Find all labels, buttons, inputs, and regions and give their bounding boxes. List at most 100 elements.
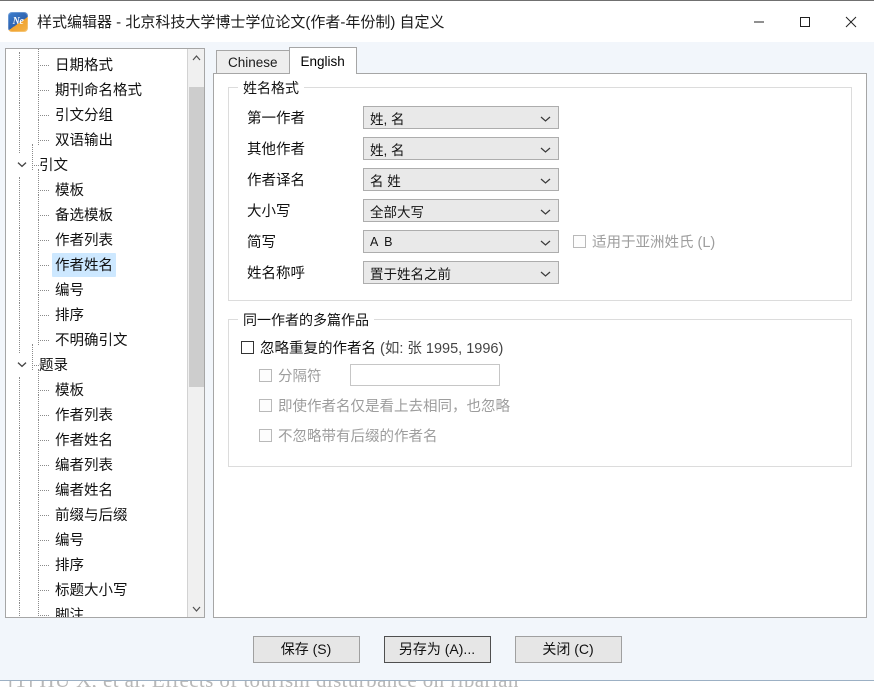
chevron-down-icon[interactable] xyxy=(14,357,30,373)
tree-connector xyxy=(36,318,52,348)
dialog-footer: 保存 (S) 另存为 (A)... 关闭 (C) xyxy=(0,618,874,680)
name-format-row-1: 其他作者 姓, 名 xyxy=(241,133,839,164)
footer-button-1[interactable]: 另存为 (A)... xyxy=(383,635,491,663)
chevron-down-icon[interactable] xyxy=(540,265,551,280)
tree-item-0[interactable]: 日期格式 xyxy=(6,49,187,78)
tree-item-7[interactable]: 作者列表 xyxy=(6,218,187,253)
omit-lookalike-checkbox[interactable] xyxy=(259,398,272,412)
name-format-group-title: 姓名格式 xyxy=(238,78,304,98)
omit-lookalike-label: 即使作者名仅是看上去相同，也忽略 xyxy=(278,398,510,415)
tree-item-19[interactable]: 编号 xyxy=(6,518,187,553)
tab-chinese[interactable]: Chinese xyxy=(216,50,290,73)
scroll-down-icon[interactable] xyxy=(188,600,204,617)
tree-item-label: 作者列表 xyxy=(55,232,113,249)
tree-item-9[interactable]: 编号 xyxy=(6,268,187,303)
tree-item-18[interactable]: 前缀与后缀 xyxy=(6,493,187,528)
omit-repeated-author-checkbox-row[interactable]: 忽略重复的作者名 (如: 张 1995, 1996) xyxy=(241,334,839,360)
tree-item-5[interactable]: 模板 xyxy=(6,168,187,203)
language-tabs: Chinese English xyxy=(213,47,867,74)
tree-item-11[interactable]: 不明确引文 xyxy=(6,318,187,353)
scroll-up-icon[interactable] xyxy=(188,49,204,66)
multi-works-group: 同一作者的多篇作品 忽略重复的作者名 (如: 张 1995, 1996) 分隔符… xyxy=(228,310,852,467)
combo-value: 姓, 名 xyxy=(370,111,405,127)
maximize-icon[interactable] xyxy=(782,1,828,43)
tab-english[interactable]: English xyxy=(288,47,357,74)
style-section-tree[interactable]: 日期格式 期刊命名格式 引文分组 双语输出 引文 模板 备选模板 作者列表 作者姓名 编号 排序 不明… xyxy=(5,48,205,618)
asian-surname-checkbox[interactable] xyxy=(573,235,586,248)
tree-item-label: 作者列表 xyxy=(55,407,113,424)
chevron-down-icon[interactable] xyxy=(540,203,551,218)
tree-item-17[interactable]: 编者姓名 xyxy=(6,468,187,503)
dialog-body: 日期格式 期刊命名格式 引文分组 双语输出 引文 模板 备选模板 作者列表 作者姓名 编号 排序 不明… xyxy=(0,42,874,618)
omit-lookalike-row[interactable]: 即使作者名仅是看上去相同，也忽略 xyxy=(259,390,839,420)
tree-item-12[interactable]: 题录 xyxy=(6,343,187,377)
tree-item-label: 排序 xyxy=(55,307,84,324)
tree-item-21[interactable]: 标题大小写 xyxy=(6,568,187,603)
combo-姓名称呼[interactable]: 置于姓名之前 xyxy=(363,261,559,284)
chevron-down-icon[interactable] xyxy=(540,172,551,187)
sidebar-scrollbar[interactable] xyxy=(187,49,204,617)
tree-item-10[interactable]: 排序 xyxy=(6,293,187,328)
tab-page-english: 姓名格式 第一作者 姓, 名其他作者 姓, 名作者译名名 姓大小写 全部大写 简写 A B… xyxy=(213,73,867,618)
combo-value: 全部大写 xyxy=(370,204,424,220)
asian-surname-row[interactable]: 适用于亚洲姓氏 (L) xyxy=(573,231,715,252)
tab-label: Chinese xyxy=(228,54,278,70)
scrollbar-thumb[interactable] xyxy=(189,87,204,387)
name-format-row-2: 作者译名 名 姓 xyxy=(241,164,839,195)
combo-简写[interactable]: A B xyxy=(363,230,559,253)
name-format-frame: 第一作者 姓, 名其他作者 姓, 名作者译名名 姓大小写 全部大写 简写 A B 适用于亚洲… xyxy=(228,87,852,301)
tree-item-16[interactable]: 编者列表 xyxy=(6,443,187,478)
combo-作者译名[interactable]: 名 姓 xyxy=(363,168,559,191)
tree-item-label: 模板 xyxy=(55,182,84,199)
tree-item-13[interactable]: 模板 xyxy=(6,368,187,403)
app-icon-label: Ne xyxy=(12,16,24,27)
tree-item-1[interactable]: 期刊命名格式 xyxy=(6,68,187,103)
keep-suffixed-row[interactable]: 不忽略带有后缀的作者名 xyxy=(259,420,839,450)
separator-row[interactable]: 分隔符 xyxy=(259,360,839,390)
tree-item-label: 不明确引文 xyxy=(55,332,128,349)
tree-connector xyxy=(36,118,52,148)
tree-node-list: 日期格式 期刊命名格式 引文分组 双语输出 引文 模板 备选模板 作者列表 作者姓名 编号 排序 不明… xyxy=(6,49,187,617)
chevron-down-icon[interactable] xyxy=(540,141,551,156)
name-format-label: 第一作者 xyxy=(247,111,305,127)
tree-item-4[interactable]: 引文 xyxy=(6,143,187,177)
tree-item-label: 编号 xyxy=(55,282,84,299)
combo-第一作者[interactable]: 姓, 名 xyxy=(363,106,559,129)
multi-works-suboptions: 分隔符 即使作者名仅是看上去相同，也忽略 不忽略带有后缀的作者名 xyxy=(241,360,839,450)
window-controls xyxy=(736,1,874,43)
tree-item-15[interactable]: 作者姓名 xyxy=(6,418,187,453)
combo-大小写[interactable]: 全部大写 xyxy=(363,199,559,222)
name-format-group: 姓名格式 第一作者 姓, 名其他作者 姓, 名作者译名名 姓大小写 全部大写 简写 A B… xyxy=(228,78,852,301)
close-icon[interactable] xyxy=(828,1,874,43)
tree-item-20[interactable]: 排序 xyxy=(6,543,187,578)
tree-item-3[interactable]: 双语输出 xyxy=(6,118,187,153)
name-format-label: 简写 xyxy=(247,235,276,251)
separator-checkbox[interactable] xyxy=(259,368,272,382)
chevron-down-icon[interactable] xyxy=(540,234,551,249)
footer-button-label: 另存为 (A)... xyxy=(398,641,476,657)
tree-item-label: 编者姓名 xyxy=(55,482,113,499)
tree-item-8[interactable]: 作者姓名 xyxy=(6,243,187,278)
combo-其他作者[interactable]: 姓, 名 xyxy=(363,137,559,160)
multi-works-frame: 忽略重复的作者名 (如: 张 1995, 1996) 分隔符 即使作者名仅是看上… xyxy=(228,319,852,467)
omit-repeated-author-checkbox[interactable] xyxy=(241,340,254,354)
style-editor-dialog: Ne 样式编辑器 - 北京科技大学博士学位论文(作者-年份制) 自定义 日期格式… xyxy=(0,0,874,681)
separator-input[interactable] xyxy=(349,364,500,386)
footer-button-0[interactable]: 保存 (S) xyxy=(252,635,360,663)
chevron-down-icon[interactable] xyxy=(540,110,551,125)
footer-button-label: 保存 (S) xyxy=(280,641,332,657)
tree-item-6[interactable]: 备选模板 xyxy=(6,193,187,228)
keep-suffixed-checkbox[interactable] xyxy=(259,428,272,442)
chevron-down-icon[interactable] xyxy=(14,157,30,173)
footer-button-2[interactable]: 关闭 (C) xyxy=(514,635,622,663)
tree-item-22[interactable]: 脚注 xyxy=(6,593,187,617)
combo-value: 置于姓名之前 xyxy=(370,266,451,282)
name-format-rows: 第一作者 姓, 名其他作者 姓, 名作者译名名 姓大小写 全部大写 简写 A B 适用于亚洲… xyxy=(241,102,839,288)
name-format-label: 其他作者 xyxy=(247,142,305,158)
tree-item-2[interactable]: 引文分组 xyxy=(6,93,187,128)
title-bar: Ne 样式编辑器 - 北京科技大学博士学位论文(作者-年份制) 自定义 xyxy=(0,0,874,42)
tree-connector xyxy=(30,143,43,173)
tree-item-14[interactable]: 作者列表 xyxy=(6,393,187,428)
keep-suffixed-label: 不忽略带有后缀的作者名 xyxy=(278,428,438,445)
minimize-icon[interactable] xyxy=(736,1,782,43)
